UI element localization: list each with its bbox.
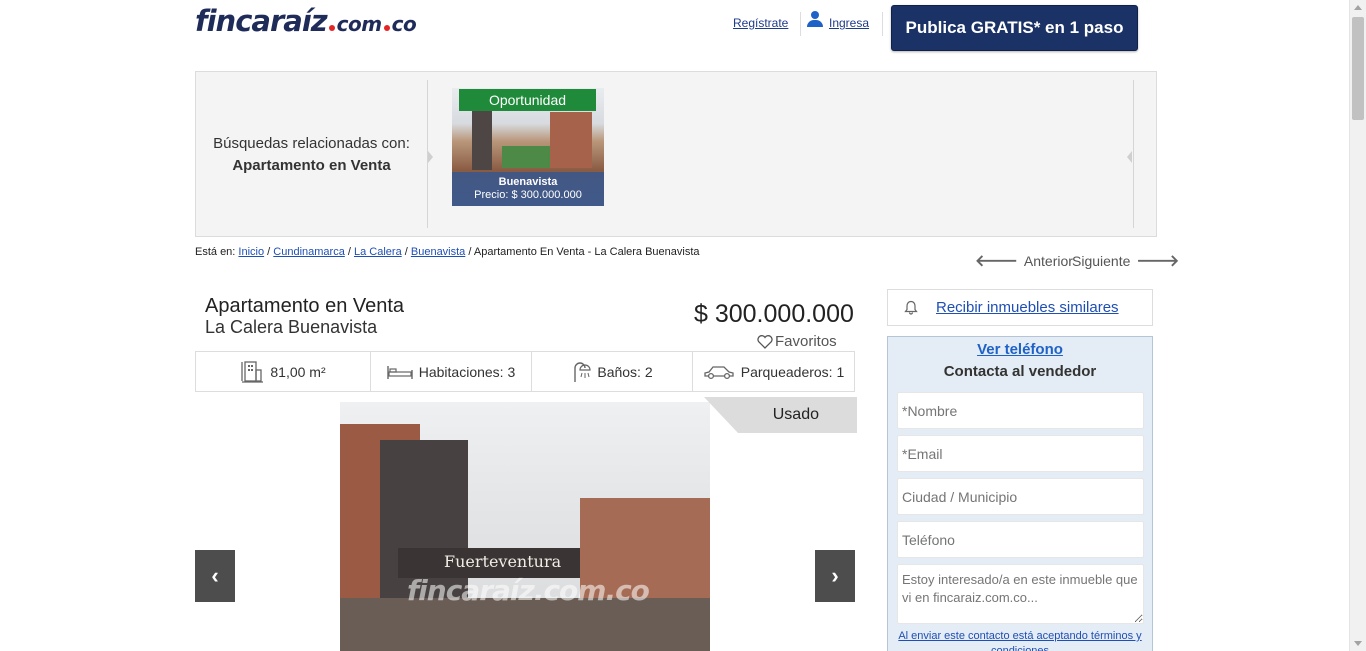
breadcrumb-link-cundinamarca[interactable]: Cundinamarca	[273, 246, 345, 258]
scroll-down-icon[interactable]	[1354, 641, 1362, 646]
logo-tld-text: co	[391, 12, 417, 36]
arrow-right-icon: 🡒	[1136, 253, 1180, 270]
listing-page: fincaraíz com co Regístrate Ingresa Publ…	[0, 0, 1366, 651]
feature-rooms: Habitaciones: 3	[371, 352, 532, 391]
scroll-up-icon[interactable]	[1354, 5, 1362, 10]
email-input[interactable]	[897, 435, 1144, 472]
chevron-right-icon: ›	[831, 563, 839, 588]
opportunity-badge: Oportunidad	[459, 89, 596, 111]
carousel-prev-nub[interactable]	[428, 151, 433, 163]
photo-sign-text: Fuerteventura	[444, 552, 562, 571]
user-icon	[807, 11, 823, 28]
breadcrumb-prefix: Está en:	[195, 246, 236, 258]
feature-area: 81,00 m²	[196, 352, 371, 391]
listing-main-photo[interactable]: Fuerteventura fincaraíz.com.co	[340, 402, 710, 651]
photo-watermark: fincaraíz.com.co	[407, 574, 650, 607]
features-bar: 81,00 m² Habitaciones: 3 Baños: 2 Parque…	[195, 351, 855, 392]
arrow-left-icon: 🡐	[975, 253, 1018, 270]
show-phone-link[interactable]: Ver teléfono	[888, 341, 1152, 358]
next-label: Siguiente	[1072, 252, 1131, 269]
related-listing-caption: Buenavista Precio: $ 300.000.000	[452, 172, 604, 206]
related-listing-price: Precio: $ 300.000.000	[474, 189, 582, 201]
name-input[interactable]	[897, 392, 1144, 429]
similar-listings-alert[interactable]: Recibir inmuebles similares	[887, 289, 1153, 326]
bed-icon	[387, 365, 413, 379]
heart-icon	[757, 334, 773, 349]
breadcrumb-link-inicio[interactable]: Inicio	[238, 246, 264, 258]
logo-sub-text: com	[336, 12, 382, 36]
breadcrumb-link-la-calera[interactable]: La Calera	[354, 246, 402, 258]
related-listing-title: Buenavista	[498, 176, 558, 188]
gallery-next-button[interactable]: ›	[815, 550, 855, 602]
rooms-value: Habitaciones: 3	[418, 363, 516, 380]
header-divider	[800, 12, 801, 36]
similar-listings-label: Recibir inmuebles similares	[936, 299, 1119, 316]
gallery-prev-button[interactable]: ‹	[195, 550, 235, 602]
listing-price: $ 300.000.000	[694, 300, 854, 328]
related-prefix: Búsquedas relacionadas con:	[213, 135, 410, 152]
bell-icon	[904, 300, 918, 315]
next-listing-button[interactable]: Siguiente 🡒	[1072, 250, 1179, 271]
area-value: 81,00 m²	[270, 363, 326, 380]
listing-title: Apartamento en Venta	[205, 295, 405, 317]
logo-dot	[328, 25, 335, 31]
feature-parking: Parqueaderos: 1	[693, 352, 854, 391]
city-input[interactable]	[897, 478, 1144, 515]
phone-input[interactable]	[897, 521, 1144, 558]
carousel-divider-right	[1133, 80, 1134, 228]
listing-location: La Calera Buenavista	[205, 317, 378, 337]
favorites-label: Favoritos	[775, 333, 837, 350]
condition-badge: Usado	[704, 397, 857, 433]
shower-icon	[574, 361, 591, 382]
feature-baths: Baños: 2	[532, 352, 693, 391]
previous-listing-button[interactable]: 🡐 Anterior	[975, 250, 1073, 271]
photo-gallery: Fuerteventura fincaraíz.com.co Usado	[195, 397, 857, 651]
publish-free-button[interactable]: Publica GRATIS* en 1 paso	[891, 5, 1138, 51]
related-listing-card[interactable]: Oportunidad Buenavista Precio: $ 300.000…	[452, 88, 604, 206]
contact-heading: Contacta al vendedor	[943, 363, 1097, 380]
breadcrumb-current: Apartamento En Venta - La Calera Buenavi…	[473, 246, 700, 258]
related-searches-label: Búsquedas relacionadas con: Apartamento …	[196, 72, 427, 238]
previous-label: Anterior	[1023, 252, 1073, 269]
related-searches-panel: Búsquedas relacionadas con: Apartamento …	[195, 71, 1157, 237]
register-link[interactable]: Regístrate	[733, 16, 788, 30]
related-query: Apartamento en Venta	[232, 157, 391, 174]
car-icon	[704, 365, 734, 379]
contact-form: Ver teléfono Contacta al vendedor Al env…	[887, 336, 1153, 651]
page-scrollbar[interactable]	[1349, 0, 1366, 651]
logo-dot	[383, 25, 390, 31]
baths-value: Baños: 2	[597, 363, 653, 380]
breadcrumb-link-buenavista[interactable]: Buenavista	[411, 246, 465, 258]
header-divider	[882, 12, 883, 36]
message-textarea[interactable]	[897, 564, 1144, 624]
carousel-next-nub[interactable]	[1127, 151, 1132, 163]
chevron-left-icon: ‹	[211, 563, 219, 588]
favorites-button[interactable]: Favoritos	[757, 333, 837, 350]
building-area-icon	[241, 360, 264, 383]
terms-link[interactable]: Al enviar este contacto está aceptando t…	[888, 629, 1152, 651]
breadcrumb: Está en: Inicio / Cundinamarca / La Cale…	[195, 246, 700, 258]
logo-main-text: fincaraíz	[195, 4, 328, 38]
fincaraiz-logo[interactable]: fincaraíz com co	[195, 4, 417, 38]
parking-value: Parqueaderos: 1	[740, 363, 845, 380]
login-link[interactable]: Ingresa	[829, 16, 869, 30]
scroll-thumb[interactable]	[1352, 17, 1364, 120]
